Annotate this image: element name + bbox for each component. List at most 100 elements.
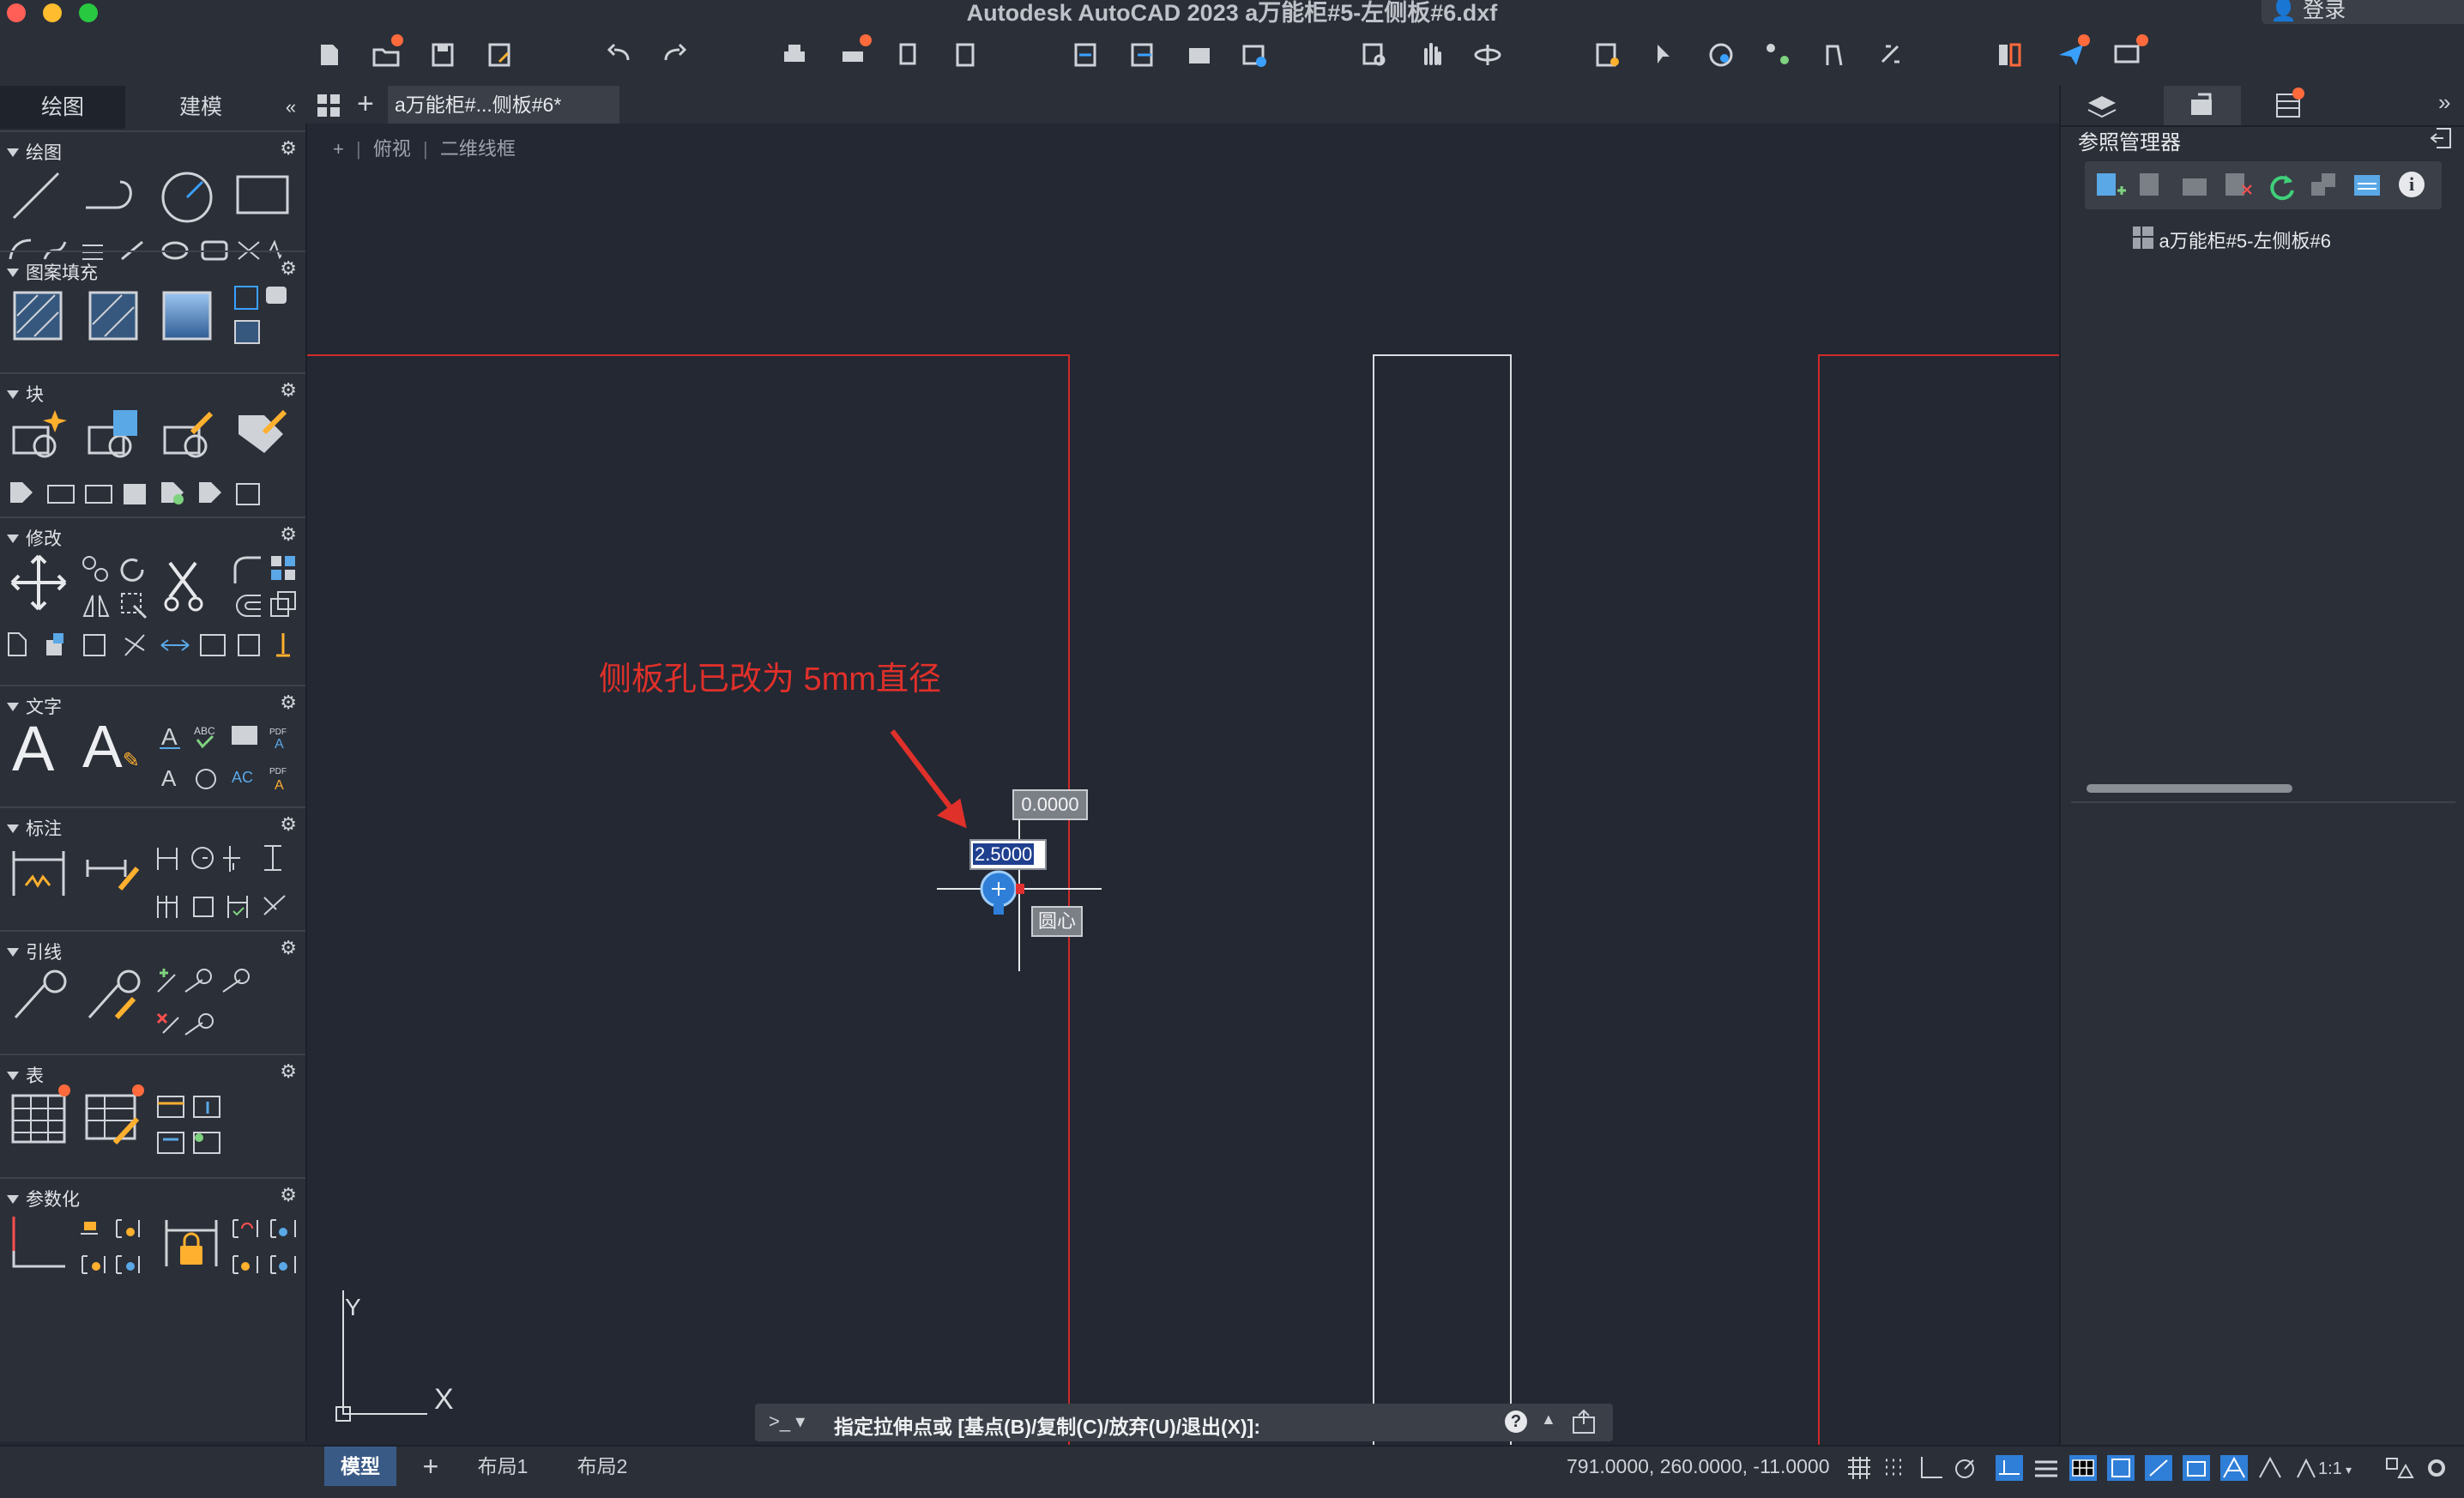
leader-tools-icon[interactable]: [154, 964, 266, 1042]
hatch-icon[interactable]: [12, 290, 63, 341]
save-icon[interactable]: [426, 38, 460, 72]
rotate-icon[interactable]: [117, 553, 151, 587]
multileader-icon[interactable]: [9, 966, 69, 1026]
new-file-icon[interactable]: [312, 38, 347, 72]
help-icon[interactable]: ?: [1505, 1410, 1527, 1433]
table-edit-icon[interactable]: [84, 1084, 144, 1146]
dynamic-input-secondary[interactable]: 0.0000: [1012, 789, 1088, 820]
dynamic-input-value[interactable]: 2.5000: [973, 843, 1035, 865]
quick-dimension-icon[interactable]: [82, 843, 142, 903]
open-file-icon[interactable]: [369, 34, 403, 72]
gear-icon[interactable]: ⚙: [280, 813, 297, 836]
rectangle-icon[interactable]: [235, 173, 292, 218]
panel-scrollbar[interactable]: [2087, 784, 2292, 793]
print-icon[interactable]: [777, 38, 812, 72]
command-line[interactable]: >_ ▾ 指定拉伸点或 [基点(B)/复制(C)/放弃(U)/退出(X)]: ?…: [755, 1404, 1613, 1441]
send-icon[interactable]: [2054, 34, 2090, 72]
edit-reference-icon[interactable]: [2136, 170, 2171, 205]
pan-icon[interactable]: [1414, 38, 1448, 72]
start-grid-icon[interactable]: [316, 93, 341, 118]
unload-icon[interactable]: [2179, 170, 2213, 205]
dimensional-constraint-icon[interactable]: [161, 1213, 221, 1273]
command-share-icon[interactable]: [1570, 1409, 1597, 1439]
insert-block-icon[interactable]: [86, 407, 142, 463]
drawing-canvas[interactable]: + | 俯视 | 二维线框 侧板孔已改为 5mm直径 0.0000 2.5000…: [307, 124, 2059, 1445]
section-block-header[interactable]: 块: [7, 381, 44, 407]
gear-icon[interactable]: ⚙: [280, 1184, 297, 1206]
quick-select-icon[interactable]: [1647, 38, 1682, 72]
section-dimension-header[interactable]: 标注: [7, 815, 62, 841]
multiline-text-icon[interactable]: A: [12, 712, 54, 785]
gear-icon[interactable]: ⚙: [280, 257, 297, 280]
section-draw-header[interactable]: 绘图: [7, 139, 62, 165]
measure-icon[interactable]: [1817, 38, 1851, 72]
export-icon[interactable]: [1126, 38, 1160, 72]
trim-icon[interactable]: [161, 554, 213, 614]
group-icon[interactable]: [1760, 38, 1795, 72]
calculator-icon[interactable]: [1874, 38, 1908, 72]
gear-icon[interactable]: ⚙: [280, 692, 297, 714]
line-icon[interactable]: [9, 168, 63, 223]
import-icon[interactable]: [1069, 38, 1103, 72]
orbit-icon[interactable]: [1471, 38, 1505, 72]
section-leader-header[interactable]: 引线: [7, 939, 62, 964]
info-icon[interactable]: i: [2399, 172, 2425, 197]
block-tools-icon[interactable]: [7, 477, 299, 508]
table-icon[interactable]: [10, 1084, 70, 1146]
constraint-bar-icon[interactable]: [230, 1213, 302, 1282]
coordinates-readout[interactable]: 791.0000, 260.0000, -11.0000: [1567, 1455, 1830, 1478]
gear-icon[interactable]: ⚙: [280, 523, 297, 546]
geometric-constraint-icon[interactable]: [9, 1213, 69, 1273]
stretch-icon[interactable]: [117, 589, 151, 623]
gear-icon[interactable]: ⚙: [280, 379, 297, 402]
dimension-tools-icon[interactable]: [154, 841, 300, 923]
expand-panel-icon[interactable]: »: [2438, 89, 2450, 116]
offset-icon[interactable]: [230, 589, 264, 623]
modify-tools-icon[interactable]: [5, 628, 302, 662]
match-properties-icon[interactable]: [1704, 38, 1738, 72]
boundary-icon[interactable]: [232, 283, 292, 352]
tab-model[interactable]: 模型: [324, 1447, 396, 1486]
constraint-tools-icon[interactable]: [79, 1213, 156, 1282]
palette-tab-draw[interactable]: 绘图: [0, 86, 125, 129]
compare-icon[interactable]: [1992, 38, 2026, 72]
array-icon[interactable]: [268, 553, 302, 587]
login-button[interactable]: 👤 登录: [2262, 0, 2464, 24]
single-line-text-icon[interactable]: A✎: [82, 712, 140, 781]
share-icon[interactable]: [1182, 38, 1217, 72]
dynamic-input-active[interactable]: 2.5000: [969, 839, 1047, 870]
leader-edit-icon[interactable]: [82, 966, 142, 1026]
polyline-icon[interactable]: [82, 173, 142, 220]
tab-layout2[interactable]: 布局2: [561, 1447, 643, 1486]
save-as-icon[interactable]: [482, 38, 516, 72]
command-history-icon[interactable]: ▲: [1541, 1410, 1556, 1429]
tab-layout1[interactable]: 布局1: [463, 1447, 542, 1486]
copy-icon[interactable]: [79, 553, 113, 587]
properties-tab-icon[interactable]: [2272, 88, 2306, 124]
reference-item[interactable]: a万能柜#5-左侧板#6: [2131, 225, 2331, 255]
gear-icon[interactable]: ⚙: [280, 1060, 297, 1083]
gear-icon[interactable]: ⚙: [280, 137, 297, 160]
text-tools-icon[interactable]: A ABC PDF A A AC PDF A: [158, 721, 300, 803]
attribute-icon[interactable]: [233, 407, 290, 463]
section-table-header[interactable]: 表: [7, 1062, 44, 1088]
section-hatch-header[interactable]: 图案填充: [7, 259, 98, 285]
add-layout-icon[interactable]: +: [412, 1447, 450, 1486]
attach-icon[interactable]: [2093, 170, 2128, 205]
block-editor-icon[interactable]: [161, 407, 218, 463]
gradient-icon[interactable]: [161, 290, 213, 341]
move-icon[interactable]: [9, 553, 69, 613]
properties-icon[interactable]: [1591, 38, 1625, 72]
document-tab[interactable]: a万能柜#...侧板#6*: [388, 86, 619, 124]
open-folder-icon[interactable]: [2351, 170, 2385, 205]
create-block-icon[interactable]: [10, 407, 67, 463]
command-prompt-icon[interactable]: >_ ▾: [769, 1410, 805, 1433]
bind-icon[interactable]: [2308, 170, 2342, 205]
collapse-palette-icon[interactable]: «: [276, 86, 305, 129]
publish-icon[interactable]: [892, 38, 927, 72]
gear-icon[interactable]: ⚙: [280, 937, 297, 959]
undo-icon[interactable]: [602, 38, 637, 72]
section-modify-header[interactable]: 修改: [7, 525, 62, 551]
section-parametric-header[interactable]: 参数化: [7, 1186, 80, 1211]
mirror-icon[interactable]: [79, 589, 113, 623]
